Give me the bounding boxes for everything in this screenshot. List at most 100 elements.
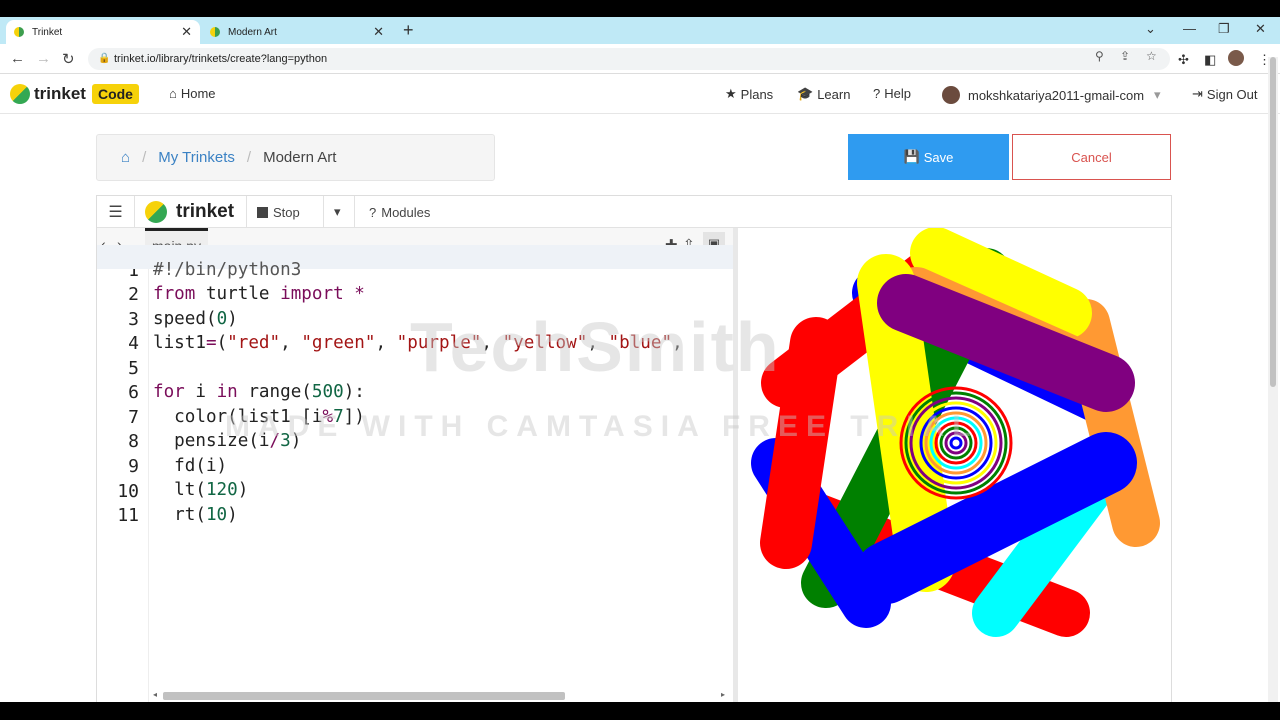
breadcrumb-my-trinkets[interactable]: My Trinkets <box>158 149 235 166</box>
browser-tab-trinket[interactable]: Trinket ✕ <box>6 20 200 44</box>
forward-icon[interactable]: → <box>36 50 51 67</box>
caret-down-icon: ▾ <box>334 204 341 219</box>
line-number: 4 <box>128 333 139 354</box>
stop-button[interactable]: Stop <box>247 196 335 228</box>
modules-label: Modules <box>381 204 431 220</box>
url-text: trinket.io/library/trinkets/create?lang=… <box>114 53 328 65</box>
breadcrumb-separator: / <box>246 149 252 166</box>
trinket-logo-icon <box>10 84 30 104</box>
tab-title: Modern Art <box>228 26 277 38</box>
home-link[interactable]: ⌂ Home <box>169 86 216 101</box>
browser-tab-modern-art[interactable]: Modern Art ✕ <box>202 20 392 44</box>
star-icon: ★ <box>725 86 737 101</box>
line-number: 5 <box>128 358 139 379</box>
code-badge: Code <box>91 84 139 104</box>
home-icon[interactable]: ⌂ <box>121 149 130 166</box>
url-input[interactable]: 🔒 trinket.io/library/trinkets/create?lan… <box>88 48 1170 70</box>
tab-title: Trinket <box>32 26 63 38</box>
modules-button[interactable]: ? Modules <box>359 196 469 228</box>
cancel-button[interactable]: Cancel <box>1012 134 1171 180</box>
line-number: 6 <box>128 382 139 403</box>
code-line: pensize(i/3) <box>153 431 302 451</box>
stop-label: Stop <box>273 204 300 220</box>
code-line: lt(120) <box>153 480 249 500</box>
stop-icon <box>257 206 268 218</box>
line-number: 9 <box>128 456 139 477</box>
horizontal-scrollbar[interactable]: ◂ ▸ <box>153 690 729 702</box>
turtle-stroke <box>760 317 842 569</box>
breadcrumb: ⌂ / My Trinkets / Modern Art <box>96 134 495 181</box>
learn-label: Learn <box>817 86 851 102</box>
menu-icon[interactable]: ☰ <box>97 196 135 228</box>
code-line: list1=("red", "green", "purple", "yellow… <box>153 333 683 353</box>
center-spiral <box>899 386 1013 500</box>
code-line: #!/bin/python3 <box>153 260 302 280</box>
code-editor[interactable]: #!/bin/python3 from turtle import * spee… <box>153 260 733 682</box>
sidepanel-icon[interactable]: ◧ <box>1204 52 1216 68</box>
screen: Trinket ✕ Modern Art ✕ + ⌄ — ❐ ✕ ← → ↻ 🔒… <box>0 17 1280 702</box>
plans-link[interactable]: ★ Plans <box>725 86 773 102</box>
close-tab-icon[interactable]: ✕ <box>181 24 192 40</box>
run-options-dropdown[interactable]: ▾ <box>323 196 355 228</box>
save-label: Save <box>923 149 954 165</box>
save-icon: 💾 <box>903 149 920 164</box>
question-circle-icon: ? <box>873 86 881 101</box>
trinket-brand[interactable]: trinket <box>135 196 247 228</box>
bookmark-star-icon[interactable]: ☆ <box>1146 49 1157 63</box>
line-number: 7 <box>128 407 139 428</box>
scroll-left-arrow-icon[interactable]: ◂ <box>153 690 157 699</box>
zoom-icon[interactable]: ⚲ <box>1095 49 1104 63</box>
sign-out-link[interactable]: ⇥ Sign Out <box>1192 86 1258 102</box>
help-label: Help <box>884 86 911 101</box>
line-number: 8 <box>128 431 139 452</box>
page-scrollbar[interactable] <box>1268 57 1278 702</box>
help-link[interactable]: ? Help <box>873 86 911 101</box>
code-line: color(list1 [i%7]) <box>153 407 365 427</box>
graduation-cap-icon: 🎓 <box>797 86 814 101</box>
trinket-logo[interactable]: trinket Code <box>10 84 139 104</box>
new-tab-icon[interactable]: + <box>403 20 414 41</box>
minimize-icon[interactable]: — <box>1183 21 1196 36</box>
profile-avatar[interactable] <box>1228 50 1244 66</box>
code-line: speed(0) <box>153 309 238 329</box>
sign-out-icon: ⇥ <box>1192 86 1203 101</box>
code-line: for i in range(500): <box>153 382 365 402</box>
avatar <box>942 86 960 104</box>
breadcrumb-separator: / <box>142 149 147 166</box>
close-tab-icon[interactable]: ✕ <box>373 24 384 40</box>
username: mokshkatariya2011-gmail-com <box>968 87 1145 103</box>
back-icon[interactable]: ← <box>10 50 25 67</box>
restore-icon[interactable]: ❐ <box>1218 21 1230 37</box>
line-number-gutter: 1 2 3 4 5 6 7 8 9 10 11 <box>97 260 149 702</box>
trinket-favicon-icon <box>210 27 220 37</box>
lock-icon: 🔒 <box>98 53 111 64</box>
toolbar-logo-text: trinket <box>176 201 235 222</box>
logo-text: trinket <box>34 84 86 103</box>
code-line: fd(i) <box>153 456 228 476</box>
line-number: 11 <box>117 505 139 526</box>
trinket-favicon-icon <box>14 27 24 37</box>
code-line: rt(10) <box>153 505 238 525</box>
address-bar: ← → ↻ 🔒 trinket.io/library/trinkets/crea… <box>0 44 1280 74</box>
scroll-right-arrow-icon[interactable]: ▸ <box>721 690 725 699</box>
cancel-label: Cancel <box>1071 149 1112 165</box>
close-window-icon[interactable]: ✕ <box>1255 21 1266 37</box>
editor-toolbar: ☰ trinket Stop ▾ ? Modules <box>97 196 1171 228</box>
page-scrollbar-thumb[interactable] <box>1270 57 1276 387</box>
reload-icon[interactable]: ↻ <box>62 50 75 68</box>
home-label: Home <box>180 86 216 101</box>
share-icon[interactable]: ⇪ <box>1120 49 1130 63</box>
tab-search-icon[interactable]: ⌄ <box>1145 21 1156 37</box>
save-button[interactable]: 💾 Save <box>848 134 1009 180</box>
line-number: 3 <box>128 309 139 330</box>
scrollbar-thumb[interactable] <box>163 692 565 700</box>
user-menu[interactable]: mokshkatariya2011-gmail-com ▾ <box>942 86 1161 104</box>
trinket-editor: ☰ trinket Stop ▾ ? Modules ‹ › main.py ✚… <box>96 195 1172 702</box>
caret-down-icon: ▾ <box>1154 87 1161 102</box>
learn-link[interactable]: 🎓 Learn <box>797 86 850 102</box>
turtle-output-canvas <box>738 228 1171 702</box>
extensions-icon[interactable]: ✣ <box>1178 52 1189 68</box>
browser-tab-strip: Trinket ✕ Modern Art ✕ + ⌄ — ❐ ✕ <box>0 17 1280 44</box>
question-icon: ? <box>369 204 377 220</box>
trinket-logo-icon <box>145 201 167 223</box>
